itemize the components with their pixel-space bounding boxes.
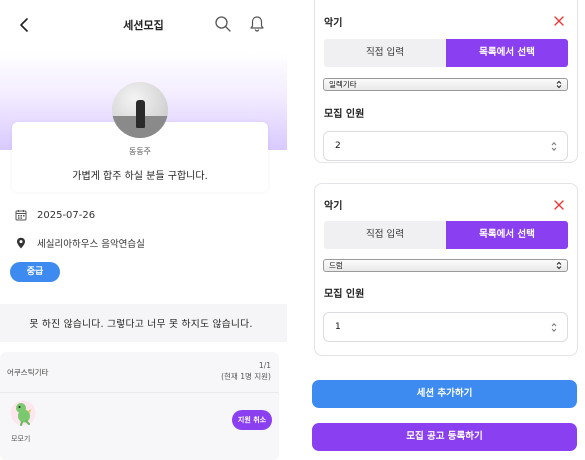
- dinosaur-avatar-icon: [10, 400, 36, 426]
- instrument-select-value: 드럼: [329, 261, 343, 270]
- host-name: 동동주: [128, 147, 152, 156]
- instrument-select[interactable]: 일렉기타: [323, 78, 568, 91]
- instrument-label: 악기: [324, 201, 343, 212]
- search-icon[interactable]: [214, 15, 232, 33]
- stepper-arrows-icon[interactable]: [551, 322, 557, 333]
- instrument-select[interactable]: 드럼: [323, 259, 568, 272]
- add-session-button[interactable]: 세션 추가하기: [312, 380, 577, 408]
- position-card: 어쿠스틱기타 1/1 (현재 1명 지원) 모모기 지원 취소: [0, 352, 279, 460]
- position-instrument: 어쿠스틱기타: [7, 368, 49, 377]
- position-count: 1/1: [258, 361, 271, 370]
- recruit-count-label: 모집 인원: [324, 289, 365, 300]
- select-arrows-icon: [556, 261, 562, 270]
- select-from-list-option[interactable]: 목록에서 선택: [446, 221, 568, 249]
- level-badge: 중급: [10, 262, 60, 282]
- page-title: 세션모집: [123, 19, 164, 32]
- divider: [0, 392, 279, 393]
- recruit-count-input[interactable]: 1: [323, 312, 568, 342]
- input-mode-toggle: 직접 입력 목록에서 선택: [324, 39, 568, 67]
- direct-input-option[interactable]: 직접 입력: [324, 39, 446, 67]
- instrument-label: 악기: [324, 18, 343, 29]
- location-pin-icon: [17, 237, 25, 249]
- position-count-block: 1/1 (현재 1명 지원): [221, 360, 271, 382]
- session-intro: 가볍게 합주 하실 분들 구합니다.: [72, 171, 208, 182]
- recruit-count-input[interactable]: 2: [323, 131, 568, 161]
- recruit-count-value: 2: [335, 141, 341, 151]
- recruit-count-label: 모집 인원: [324, 109, 365, 120]
- stepper-arrows-icon[interactable]: [551, 141, 557, 152]
- session-form-panel: 악기 직접 입력 목록에서 선택 일렉기타 모집 인원 2 악기 직접 입력 목…: [302, 0, 585, 460]
- top-header: 세션모집: [0, 0, 287, 52]
- instrument-select-value: 일렉기타: [329, 80, 357, 89]
- description-box: 못 하진 않습니다. 그렇다고 너무 못 하지도 않습니다.: [0, 304, 287, 342]
- date-row: 2025-07-26: [15, 207, 95, 223]
- direct-input-option[interactable]: 직접 입력: [324, 221, 446, 249]
- input-mode-toggle: 직접 입력 목록에서 선택: [324, 221, 568, 249]
- session-description: 못 하진 않습니다. 그렇다고 너무 못 하지도 않습니다.: [29, 319, 253, 330]
- instrument-card: 악기 직접 입력 목록에서 선택 드럼 모집 인원 1: [314, 183, 578, 356]
- applicant-status: (현재 1명 지원): [221, 372, 271, 381]
- close-icon[interactable]: [553, 199, 565, 211]
- calendar-icon: [15, 210, 27, 221]
- session-location: 세실리아하우스 음악연습실: [37, 239, 145, 250]
- select-arrows-icon: [556, 80, 562, 89]
- member-name: 모모기: [11, 435, 31, 443]
- bell-icon[interactable]: [249, 15, 265, 33]
- panel-gap: [287, 0, 302, 460]
- session-date: 2025-07-26: [37, 209, 96, 221]
- select-from-list-option[interactable]: 목록에서 선택: [446, 39, 568, 67]
- location-row: 세실리아하우스 음악연습실: [15, 235, 145, 251]
- avatar: [112, 82, 168, 138]
- instrument-card: 악기 직접 입력 목록에서 선택 일렉기타 모집 인원 2: [314, 0, 578, 163]
- recruit-count-value: 1: [335, 322, 341, 332]
- cancel-application-button[interactable]: 지원 취소: [232, 410, 272, 430]
- close-icon[interactable]: [553, 15, 565, 27]
- register-recruitment-button[interactable]: 모집 공고 등록하기: [312, 423, 577, 451]
- session-detail-panel: 세션모집 동동주 가볍게 합주 하실 분들 구합니다. 2025-07-26 세…: [0, 0, 287, 460]
